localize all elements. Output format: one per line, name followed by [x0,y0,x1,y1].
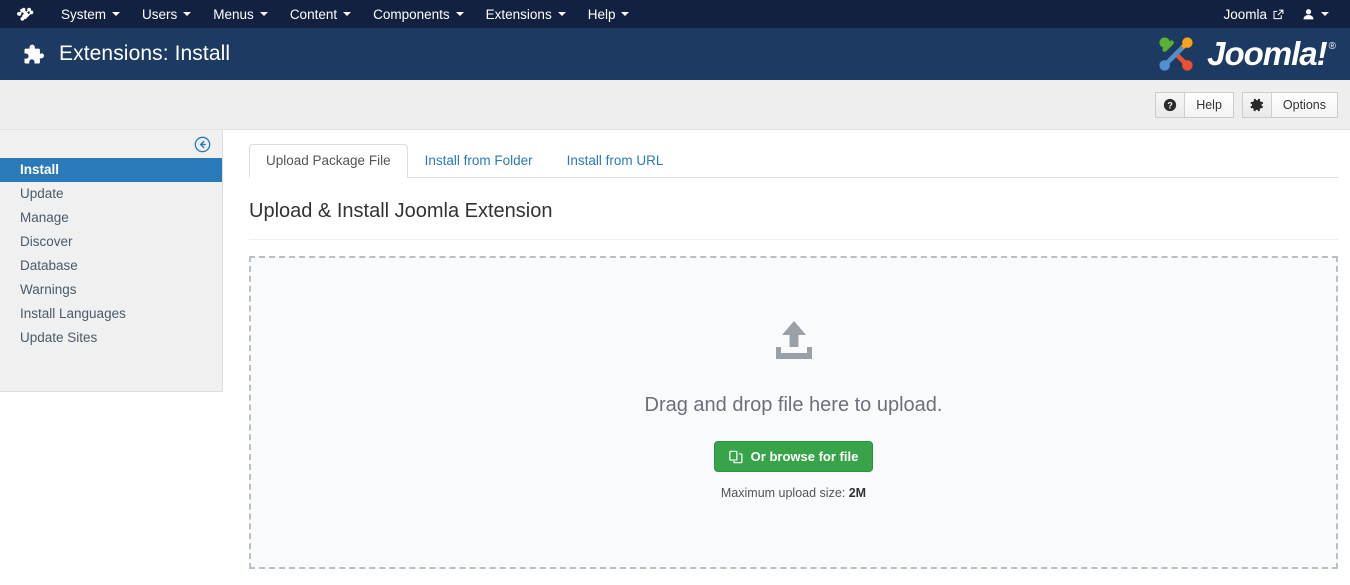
joomla-logo-text: Joomla! [1207,35,1328,72]
options-button-label: Options [1282,97,1326,112]
section-title: Upload & Install Joomla Extension [249,178,1338,240]
joomla-logo-icon [1159,37,1193,71]
page-title-group: Extensions: Install [20,42,230,67]
page-toolbar: ? Help Options [0,80,1350,130]
menu-item-extensions[interactable]: Extensions [475,3,577,26]
joomla-brand-icon[interactable] [14,4,36,24]
sidebar-item-update[interactable]: Update [0,182,222,206]
external-link-icon [1273,9,1284,20]
sidebar-menu: Install Update Manage Discover Database … [0,158,222,350]
tab-install-from-folder[interactable]: Install from Folder [408,144,550,178]
menu-item-system[interactable]: System [50,3,131,26]
chevron-down-icon [557,12,566,16]
menu-item-label: Users [142,6,178,22]
help-button-label: Help [1196,97,1222,112]
page-header: Extensions: Install Joomla! ® [0,28,1350,80]
menu-item-label: System [61,6,107,22]
chevron-down-icon [1321,12,1329,16]
max-upload-size: Maximum upload size: 2M [721,486,866,500]
chevron-down-icon [455,12,464,16]
site-link-label: Joomla [1223,6,1267,22]
chevron-down-icon [183,12,192,16]
main-content: Upload Package File Install from Folder … [223,130,1350,585]
user-account-menu[interactable] [1293,4,1338,25]
chevron-down-icon [621,12,630,16]
chevron-down-icon [259,12,268,16]
admin-top-menu-bar: System Users Menus Content Components Ex… [0,0,1350,28]
sidebar-item-install-languages[interactable]: Install Languages [0,302,222,326]
menu-item-help[interactable]: Help [577,3,641,26]
sidebar-item-manage[interactable]: Manage [0,206,222,230]
menu-item-content[interactable]: Content [279,3,362,26]
browse-button-label: Or browse for file [750,449,859,464]
menu-item-components[interactable]: Components [362,3,475,26]
help-button[interactable]: ? Help [1155,91,1234,118]
sidebar-item-warnings[interactable]: Warnings [0,278,222,302]
gear-icon [1242,92,1272,117]
sidebar-item-update-sites[interactable]: Update Sites [0,326,222,350]
help-button-group: ? Help [1155,91,1234,118]
max-upload-size-label: Maximum upload size: [720,486,846,500]
max-upload-size-value: 2M [848,486,867,500]
menu-item-label: Menus [213,6,254,22]
sidebar-item-database[interactable]: Database [0,254,222,278]
top-menu-left-group: System Users Menus Content Components Ex… [14,3,640,26]
puzzle-piece-icon [20,42,45,67]
tab-upload-package-file[interactable]: Upload Package File [249,144,408,178]
options-button-group: Options [1241,91,1338,118]
menu-item-label: Help [587,6,616,22]
tab-install-from-url[interactable]: Install from URL [550,144,681,178]
install-tabs: Upload Package File Install from Folder … [249,144,1338,178]
dropzone-message: Drag and drop file here to upload. [644,394,943,416]
joomla-logo: Joomla! ® [1153,33,1336,75]
sidebar: Install Update Manage Discover Database … [0,130,223,392]
sidebar-collapse-row [0,130,222,158]
top-menu-right-group: Joomla [1214,3,1338,26]
menu-item-label: Extensions [485,6,552,22]
chevron-down-icon [343,12,352,16]
file-dropzone[interactable]: Drag and drop file here to upload. Or br… [249,256,1338,569]
circle-arrow-left-icon[interactable] [194,136,211,153]
menu-item-label: Components [373,6,450,22]
sidebar-item-discover[interactable]: Discover [0,230,222,254]
registered-mark: ® [1328,41,1336,52]
question-circle-icon: ? [1156,92,1186,117]
upload-icon [771,319,817,368]
site-preview-link[interactable]: Joomla [1214,3,1293,26]
files-copy-icon [728,450,743,464]
page-body: Install Update Manage Discover Database … [0,130,1350,585]
menu-item-users[interactable]: Users [131,3,202,26]
chevron-down-icon [112,12,121,16]
user-icon [1302,8,1315,21]
options-button[interactable]: Options [1241,91,1338,118]
menu-item-label: Content [289,6,338,22]
page-title: Extensions: Install [59,42,231,65]
svg-text:?: ? [1168,100,1173,110]
browse-for-file-button[interactable]: Or browse for file [713,441,874,472]
sidebar-item-install[interactable]: Install [0,158,222,182]
menu-item-menus[interactable]: Menus [202,3,279,26]
